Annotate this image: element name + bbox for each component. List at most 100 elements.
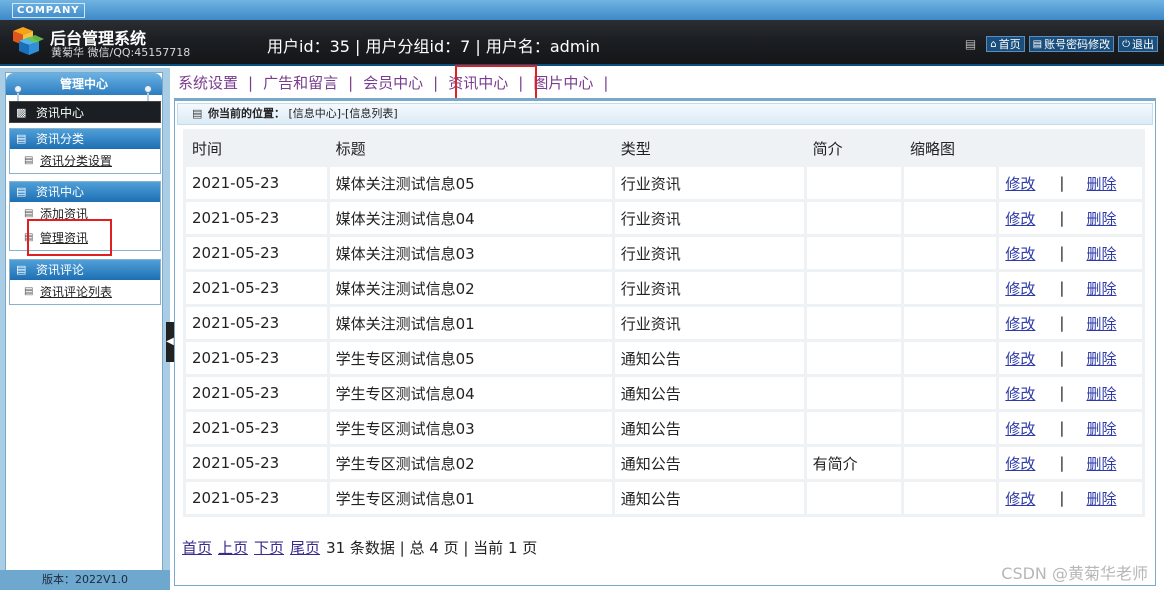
cell-type: 通知公告 (614, 412, 804, 444)
cell-title: 媒体关注测试信息04 (329, 202, 612, 234)
column-header-time: 时间 (186, 132, 327, 164)
logout-link-label: 退出 (1132, 38, 1154, 51)
nav-item-member-center[interactable]: 会员中心 (359, 72, 427, 93)
panel-icon: ▤ (192, 107, 203, 120)
edit-link[interactable]: 修改 (1005, 488, 1035, 509)
cell-type: 行业资讯 (614, 167, 804, 199)
cell-title: 学生专区测试信息02 (329, 447, 612, 479)
sidebar-item-label: 添加资讯 (40, 207, 89, 221)
cell-actions: 修改 | 删除 (999, 412, 1142, 444)
edit-link[interactable]: 修改 (1005, 383, 1035, 404)
nav-item-image-center[interactable]: 图片中心 (529, 72, 597, 93)
column-header-title: 标题 (329, 132, 612, 164)
row-actions: 修改 | 删除 (1005, 208, 1142, 229)
cell-title: 学生专区测试信息04 (329, 377, 612, 409)
delete-link[interactable]: 删除 (1086, 418, 1116, 439)
nav-item-system-settings[interactable]: 系统设置 (174, 72, 242, 93)
edit-link[interactable]: 修改 (1005, 313, 1035, 334)
cell-thumbnail (903, 377, 997, 409)
nav-item-ads-messages[interactable]: 广告和留言 (259, 72, 342, 93)
top-links: ▤ ⌂ 首页 ▤ 账号密码修改 ⏻ 退出 (965, 36, 1158, 52)
delete-link[interactable]: 删除 (1086, 453, 1116, 474)
delete-link[interactable]: 删除 (1086, 488, 1116, 509)
delete-link[interactable]: 删除 (1086, 383, 1116, 404)
sidebar-item-add-news[interactable]: ▤ 添加资讯 (10, 202, 160, 226)
cell-type: 通知公告 (614, 482, 804, 514)
cell-type: 通知公告 (614, 342, 804, 374)
cell-actions: 修改 | 删除 (999, 167, 1142, 199)
table-header-row: 时间 标题 类型 简介 缩略图 (186, 132, 1142, 164)
edit-link[interactable]: 修改 (1005, 278, 1035, 299)
column-header-type: 类型 (614, 132, 804, 164)
version-label: 版本：2022V1.0 (0, 570, 170, 590)
book-icon: ▤ (16, 263, 27, 276)
sidebar-item-comment-list[interactable]: ▤ 资讯评论列表 (10, 280, 160, 304)
sidebar-group-label: 资讯中心 (36, 185, 85, 199)
grid-icon: ▤ (964, 37, 977, 51)
cell-actions: 修改 | 删除 (999, 447, 1142, 479)
sidebar-group-title[interactable]: ▤ 资讯评论 (10, 260, 160, 280)
delete-link[interactable]: 删除 (1086, 243, 1116, 264)
sidebar-group-title[interactable]: ▤ 资讯中心 (10, 182, 160, 202)
delete-link[interactable]: 删除 (1086, 348, 1116, 369)
cell-thumbnail (903, 237, 997, 269)
cell-type: 行业资讯 (614, 272, 804, 304)
cell-actions: 修改 | 删除 (999, 482, 1142, 514)
pager-next-link[interactable]: 下页 (254, 537, 284, 558)
breadcrumb-path: [信息中心]-[信息列表] (288, 107, 398, 120)
table-row: 2021-05-23 学生专区测试信息02 通知公告 有简介 修改 | 删除 (186, 447, 1142, 479)
row-actions: 修改 | 删除 (1005, 418, 1142, 439)
cell-thumbnail (903, 482, 997, 514)
edit-link[interactable]: 修改 (1005, 208, 1035, 229)
table-row: 2021-05-23 学生专区测试信息05 通知公告 修改 | 删除 (186, 342, 1142, 374)
sidebar-group-label: 资讯分类 (36, 132, 85, 146)
cell-intro (806, 202, 901, 234)
delete-link[interactable]: 删除 (1086, 313, 1116, 334)
action-separator: | (1059, 209, 1065, 227)
top-nav-items: 系统设置 | 广告和留言 | 会员中心 | 资讯中心 | 图片中心 | (174, 72, 614, 93)
edit-link[interactable]: 修改 (1005, 418, 1035, 439)
cell-actions: 修改 | 删除 (999, 237, 1142, 269)
cell-thumbnail (903, 412, 997, 444)
sidebar-item-label: 资讯分类设置 (40, 154, 113, 168)
pager-last-link[interactable]: 尾页 (290, 537, 320, 558)
doc-icon: ▤ (24, 232, 34, 243)
cell-time: 2021-05-23 (186, 482, 327, 514)
cell-title: 媒体关注测试信息03 (329, 237, 612, 269)
cell-title: 媒体关注测试信息01 (329, 307, 612, 339)
table-body: 2021-05-23 媒体关注测试信息05 行业资讯 修改 | 删除 2021-05-23 媒… (186, 167, 1142, 514)
sidebar-collapse-toggle[interactable]: ◀ (166, 322, 174, 362)
action-separator: | (1059, 349, 1065, 367)
pager-prev-link[interactable]: 上页 (218, 537, 248, 558)
pager-first-link[interactable]: 首页 (182, 537, 212, 558)
account-password-link[interactable]: ▤ 账号密码修改 (1028, 36, 1115, 52)
sidebar-item-category-settings[interactable]: ▤ 资讯分类设置 (10, 149, 160, 173)
edit-link[interactable]: 修改 (1005, 243, 1035, 264)
nav-item-news-center[interactable]: 资讯中心 (444, 72, 512, 93)
action-separator: | (1059, 489, 1065, 507)
home-link[interactable]: ⌂ 首页 (986, 36, 1025, 52)
delete-link[interactable]: 删除 (1086, 173, 1116, 194)
sidebar-group-title[interactable]: ▤ 资讯分类 (10, 129, 160, 149)
logout-link[interactable]: ⏻ 退出 (1118, 36, 1158, 52)
sidebar-group-comments: ▤ 资讯评论 ▤ 资讯评论列表 (9, 259, 161, 305)
sidebar-item-manage-news[interactable]: ▤ 管理资讯 (10, 226, 160, 250)
cell-title: 媒体关注测试信息05 (329, 167, 612, 199)
sidebar-group-news: ▤ 资讯中心 ▤ 添加资讯 ▤ 管理资讯 (9, 181, 161, 251)
edit-link[interactable]: 修改 (1005, 173, 1035, 194)
breadcrumb: ▤ 你当前的位置： [信息中心]-[信息列表] (177, 103, 1153, 125)
cell-time: 2021-05-23 (186, 447, 327, 479)
news-table-wrapper: 时间 标题 类型 简介 缩略图 2021-05-23 媒体关注测试信息05 行业资讯… (183, 129, 1145, 517)
edit-link[interactable]: 修改 (1005, 348, 1035, 369)
cell-thumbnail (903, 272, 997, 304)
row-actions: 修改 | 删除 (1005, 278, 1142, 299)
cell-thumbnail (903, 167, 997, 199)
row-actions: 修改 | 删除 (1005, 243, 1142, 264)
cell-time: 2021-05-23 (186, 342, 327, 374)
delete-link[interactable]: 删除 (1086, 278, 1116, 299)
edit-link[interactable]: 修改 (1005, 453, 1035, 474)
delete-link[interactable]: 删除 (1086, 208, 1116, 229)
action-separator: | (1059, 314, 1065, 332)
row-actions: 修改 | 删除 (1005, 348, 1142, 369)
sidebar-group-category: ▤ 资讯分类 ▤ 资讯分类设置 (9, 128, 161, 174)
